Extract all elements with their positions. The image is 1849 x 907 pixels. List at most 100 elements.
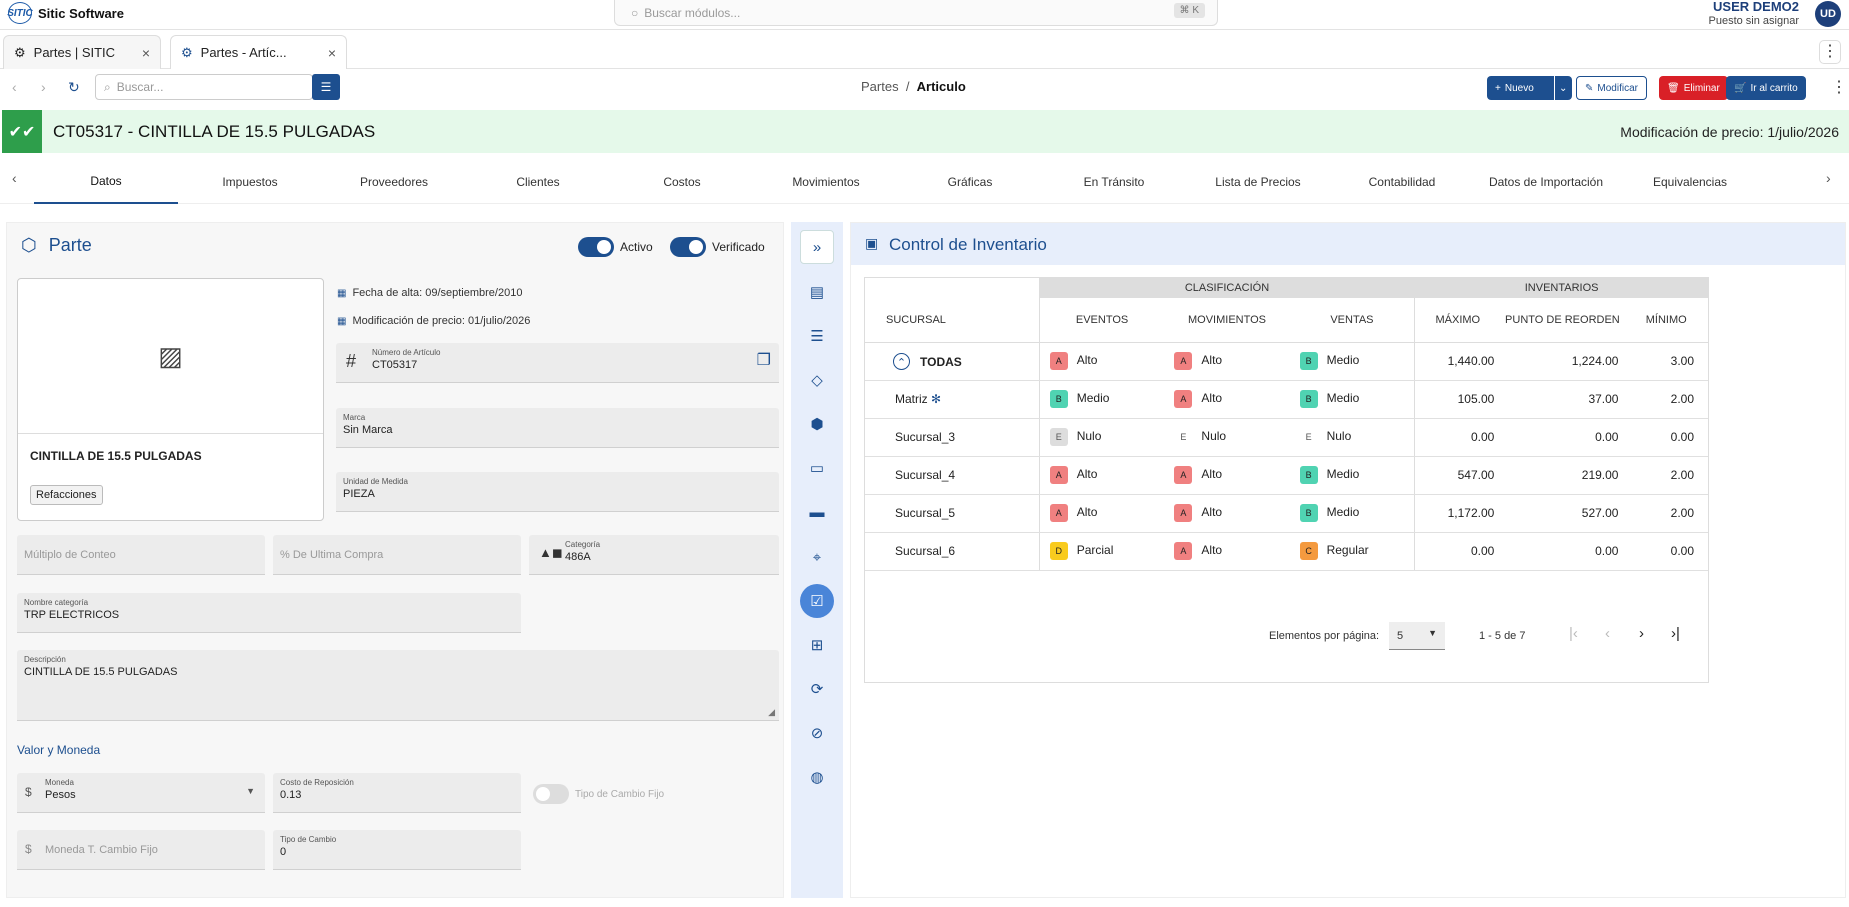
tab-en-transito[interactable]: En Tránsito [1042,160,1186,204]
table-row[interactable]: ⌃ TODAS A Alto A Alto B Medio 1,440.00 1,224.00 3.… [865,342,1708,381]
tag-icon[interactable]: ◇ [800,363,834,397]
store-icon[interactable]: ▤ [800,275,834,309]
col-movimientos[interactable]: MOVIMIENTOS [1164,298,1290,343]
window-menu-button[interactable]: ⋮ [1819,40,1841,64]
user-info[interactable]: USER DEMO2 Puesto sin asignar [1709,0,1800,28]
sync-icon[interactable]: ⟳ [800,672,834,706]
active-toggle[interactable]: Activo [578,237,653,257]
last-page-icon[interactable]: ›| [1671,625,1680,642]
article-title: CT05317 - CINTILLA DE 15.5 PULGADAS [53,122,376,141]
collapse-icon[interactable]: ⌃ [893,352,910,370]
tabs-prev-icon[interactable]: ‹ [12,170,17,186]
cart-button[interactable]: 🛒 Ir al carrito [1726,76,1806,100]
cell-min: 3.00 [1624,342,1708,381]
verified-toggle[interactable]: Verificado [670,237,765,257]
count-multiple-field[interactable]: Múltiplo de Conteo [17,535,265,575]
folder-icon[interactable]: ▬ [800,495,834,529]
fixed-currency-field[interactable]: $ Moneda T. Cambio Fijo [17,830,265,870]
next-page-icon[interactable]: › [1639,625,1644,642]
first-page-icon[interactable]: |‹ [1569,625,1578,642]
verified-switch[interactable] [670,237,706,257]
search-input[interactable]: ⌕ Buscar... [95,74,313,100]
col-punto-reorden[interactable]: PUNTO DE REORDEN [1500,298,1625,343]
back-icon[interactable]: ‹ [12,79,17,95]
col-ventas[interactable]: VENTAS [1289,298,1415,343]
col-eventos[interactable]: EVENTOS [1038,298,1165,343]
module-search[interactable]: ○ Buscar módulos... ⌘ K [614,0,1218,26]
more-icon[interactable]: ⋮ [1831,77,1847,97]
replacement-cost-field[interactable]: Costo de Reposición 0.13 [273,773,521,813]
sucursal-name: Sucursal_5 [895,506,956,520]
description-field[interactable]: Descripción CINTILLA DE 15.5 PULGADAS ◢ [17,650,779,721]
category-name-field[interactable]: Nombre categoría TRP ELECTRICOS [17,593,521,633]
prev-page-icon[interactable]: ‹ [1605,625,1610,642]
list-icon[interactable]: ☰ [800,319,834,353]
tab-partes-sitic[interactable]: ⚙ Partes | SITIC × [3,35,161,69]
group-clasificacion: CLASIFICACIÓN [1038,278,1415,298]
table-row[interactable]: Matriz ✻ B Medio A Alto B Medio 105.00 37.00 2.00 [865,380,1708,419]
part-title: ⬡ Parte [21,235,92,256]
section-sidebar: » ▤ ☰ ◇ ⬢ ▭ ▬ ⌖ ☑ ⊞ ⟳ ⊘ ◍ [791,222,843,898]
tab-partes-articulo[interactable]: ⚙ Partes - Artíc... × [170,35,347,69]
modify-button[interactable]: ✎ Modificar [1576,76,1647,100]
close-icon[interactable]: × [328,45,336,61]
new-dropdown-button[interactable]: ⌄ [1555,76,1572,100]
brand-field[interactable]: Marca Sin Marca [336,408,779,448]
new-button[interactable]: + Nuevo [1487,76,1554,100]
search-placeholder: Buscar... [116,80,164,94]
cell-ven: B Medio [1289,380,1415,419]
page-size-select[interactable]: 5 ▼ [1389,622,1445,650]
filter-button[interactable]: ☰ [312,74,340,100]
app-logo[interactable]: SITIC Sitic Software [7,2,124,24]
table-row[interactable]: Sucursal_6 D Parcial A Alto C Regular 0.00 0.00 0… [865,532,1708,571]
tab-lista-precios[interactable]: Lista de Precios [1186,160,1330,204]
location-icon[interactable]: ⌖ [800,540,834,574]
table-row[interactable]: Sucursal_4 A Alto A Alto B Medio 547.00 219.00 2.… [865,456,1708,495]
unit-field[interactable]: Unidad de Medida PIEZA [336,472,779,512]
tab-equivalencias[interactable]: Equivalencias [1618,160,1762,204]
tabs-next-icon[interactable]: › [1826,170,1831,186]
tab-contabilidad[interactable]: Contabilidad [1330,160,1474,204]
tab-graficas[interactable]: Gráficas [898,160,1042,204]
breadcrumb-parent[interactable]: Partes [861,79,899,94]
exchange-rate-field[interactable]: Tipo de Cambio 0 [273,830,521,870]
tab-datos-importacion[interactable]: Datos de Importación [1474,160,1618,204]
col-minimo[interactable]: MÍNIMO [1624,298,1708,343]
col-maximo[interactable]: MÁXIMO [1414,298,1501,343]
table-row[interactable]: Sucursal_3 E Nulo E Nulo E Nulo 0.00 0.00 0.00 [865,418,1708,457]
sucursal-name: Sucursal_4 [895,468,956,482]
category-chip[interactable]: Refacciones [30,485,103,505]
table-row[interactable]: Sucursal_5 A Alto A Alto B Medio 1,172.00 527.00… [865,494,1708,533]
article-number-field[interactable]: # Número de Artículo CT05317 ❐ [336,343,779,383]
copy-icon[interactable]: ❐ [757,350,771,370]
expand-icon[interactable]: » [800,230,834,264]
inventory-clipboard-icon[interactable]: ☑ [800,584,834,618]
avatar[interactable]: UD [1815,1,1841,27]
fixed-rate-switch[interactable] [533,784,569,804]
refresh-icon[interactable]: ↻ [68,79,80,96]
fixed-rate-toggle[interactable]: Tipo de Cambio Fijo [533,784,664,804]
col-sucursal[interactable]: SUCURSAL [865,298,1040,343]
tab-costos[interactable]: Costos [610,160,754,204]
box-scan-icon[interactable]: ⬢ [800,407,834,441]
delete-button[interactable]: 🗑 Eliminar [1659,76,1728,100]
active-switch[interactable] [578,237,614,257]
forward-icon[interactable]: › [41,79,46,95]
tab-clientes[interactable]: Clientes [466,160,610,204]
class-label: Alto [1201,543,1223,558]
hierarchy-icon[interactable]: ⊞ [800,628,834,662]
tab-proveedores[interactable]: Proveedores [322,160,466,204]
tab-impuestos[interactable]: Impuestos [178,160,322,204]
tab-datos[interactable]: Datos [34,160,178,204]
archive-icon[interactable]: ▭ [800,451,834,485]
last-purchase-field[interactable]: % De Ultima Compra [273,535,521,575]
part-panel: ⬡ Parte Activo Verificado ▨ CINTILLA DE … [6,222,784,898]
globe-icon[interactable]: ◍ [800,760,834,794]
resize-handle-icon[interactable]: ◢ [768,707,775,718]
currency-select[interactable]: $ Moneda Pesos ▼ [17,773,265,813]
cart-off-icon[interactable]: ⊘ [800,716,834,750]
search-icon: ⌕ [104,79,111,94]
close-icon[interactable]: × [142,45,150,61]
category-field[interactable]: ▲◼ Categoría 486A [529,535,779,575]
tab-movimientos[interactable]: Movimientos [754,160,898,204]
